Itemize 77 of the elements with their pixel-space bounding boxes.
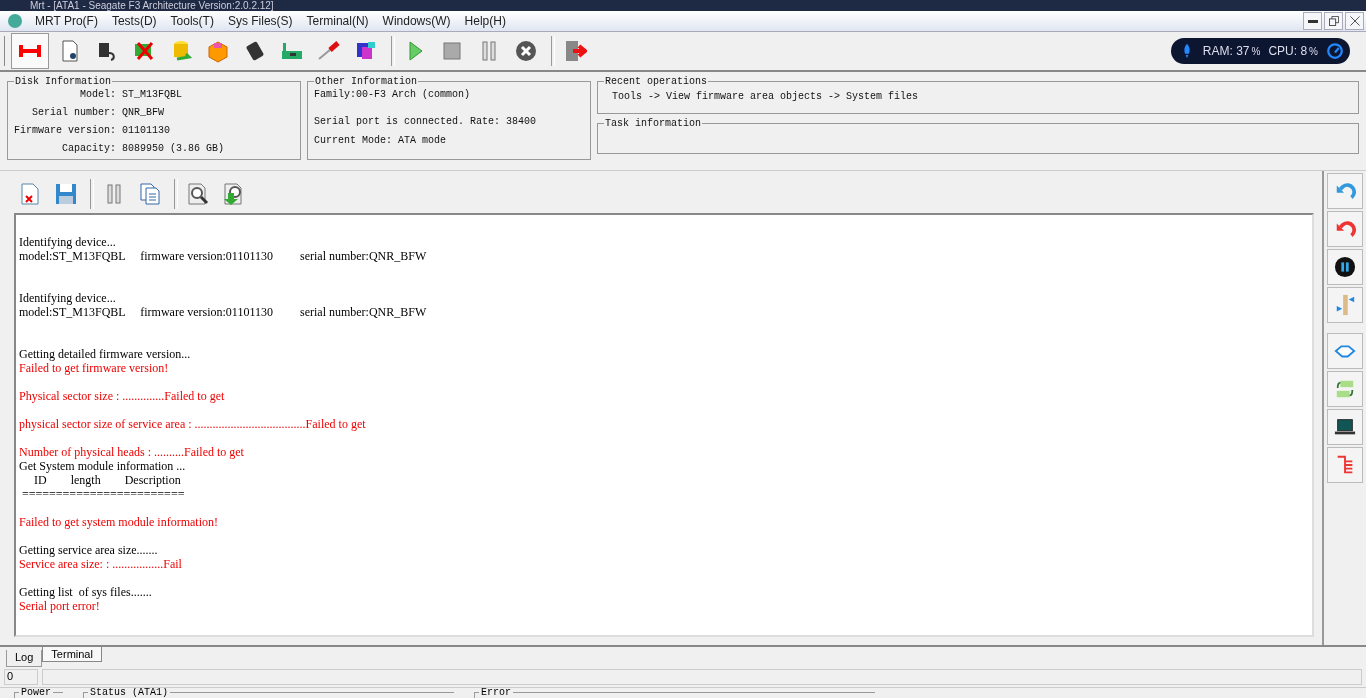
menu-item[interactable]: Tools(T) [163, 14, 221, 28]
tab[interactable]: Log [6, 650, 43, 667]
pause-icon [1334, 256, 1356, 278]
error-line: Service area size: : .................Fail [19, 557, 183, 571]
menu-item[interactable]: Windows(W) [375, 14, 458, 28]
log-line: ======================== [21, 487, 186, 501]
gauge-icon [1326, 42, 1344, 60]
group-title: Status (ATA1) [88, 688, 170, 698]
operation-path: Tools -> View firmware area objects -> System files [611, 91, 920, 102]
minimize-button[interactable] [1303, 12, 1322, 30]
connector-button[interactable] [11, 33, 49, 69]
find-icon [186, 182, 210, 206]
field-value: 01101130 [122, 125, 172, 136]
window-title: Mrt - [ATA1 - Seagate F3 Architecture Version:2.0.2.12] [0, 0, 1366, 11]
undo-icon [1334, 218, 1356, 240]
info-text: Family:00-F3 Arch (common) [314, 89, 472, 100]
tab[interactable]: Terminal [42, 647, 102, 662]
field-label: Serial number: [31, 107, 117, 118]
group-title: Recent operations [604, 76, 709, 87]
stop-icon [440, 39, 464, 63]
restore-icon [1328, 16, 1339, 26]
field-value: 8089950 (3.86 GB) [122, 143, 226, 154]
error-line: Failed to get firmware version! [19, 361, 170, 375]
group-title: Power [19, 688, 53, 698]
field-label: Firmware version: [14, 125, 117, 136]
app-logo-icon [8, 14, 22, 28]
info-text: Serial port is connected. Rate: 38400 [314, 116, 538, 127]
undo-button[interactable] [1327, 173, 1363, 209]
log-line: model:ST_M13FQBL firmware version:01101130 serial number:QNR_BFW [19, 249, 428, 263]
field-label: Capacity: [61, 143, 117, 154]
undo-icon [1334, 180, 1356, 202]
field-value: ST_M13FQBL [122, 89, 184, 100]
log-line: Identifying device... [19, 235, 117, 249]
ruler-icon [1334, 294, 1356, 316]
error-line: Physical sector size : ..............Failed to get [19, 389, 226, 403]
cube-icon [206, 39, 230, 63]
log-line: Get System module information ... [19, 459, 187, 473]
info-text: Current Mode: ATA mode [314, 135, 448, 146]
error-line: Number of physical heads : ..........Failed to get [19, 445, 245, 459]
tree-button[interactable] [1327, 447, 1363, 483]
copy-icon [138, 182, 162, 206]
error-line: Serial port error! [19, 599, 101, 613]
menu-item[interactable]: Terminal(N) [299, 14, 376, 28]
screwdriver-icon [317, 39, 341, 63]
menu-item[interactable]: Tests(D) [104, 14, 164, 28]
cpu-reading: CPU: 8 % [1268, 44, 1318, 58]
log-line: model:ST_M13FQBL firmware version:01101130 serial number:QNR_BFW [19, 305, 428, 319]
log-line: Getting detailed firmware version... [19, 347, 192, 361]
close-button[interactable] [1345, 12, 1364, 30]
save-icon [54, 182, 78, 206]
cancel-icon [514, 39, 538, 63]
laptop-button[interactable] [1327, 409, 1363, 445]
board-cross-icon [132, 39, 156, 63]
minimize-icon [1307, 19, 1318, 23]
log-line: Getting list of sys files....... [19, 585, 153, 599]
menu-item[interactable]: Sys Files(S) [220, 14, 300, 28]
error-line: physical sector size of service area : .....................................Failed to get [19, 417, 367, 431]
group-title: Task information [604, 118, 702, 129]
group-title: Other Information [314, 76, 419, 87]
group-title: Error [479, 688, 513, 698]
restore-button[interactable] [1324, 12, 1343, 30]
log-line: ID length Description [33, 473, 182, 487]
ram-reading: RAM: 37 % [1202, 44, 1261, 58]
field-label: Model: [79, 89, 117, 100]
log-line: Getting service area size....... [19, 543, 159, 557]
error-line: Failed to get system module information! [19, 515, 219, 529]
status-counter: 0 [4, 669, 38, 685]
close-icon [1349, 16, 1360, 26]
pause-button[interactable] [1327, 249, 1363, 285]
menu-item[interactable]: Help(H) [457, 14, 513, 28]
group-title: Disk Information [14, 76, 112, 87]
menu-item[interactable]: MRT Pro(F) [28, 14, 105, 28]
log-line: Identifying device... [19, 291, 117, 305]
document-delete-icon [18, 182, 42, 206]
field-value: QNR_BFW [122, 107, 166, 118]
exit-icon [563, 39, 587, 63]
undo-button[interactable] [1327, 211, 1363, 247]
